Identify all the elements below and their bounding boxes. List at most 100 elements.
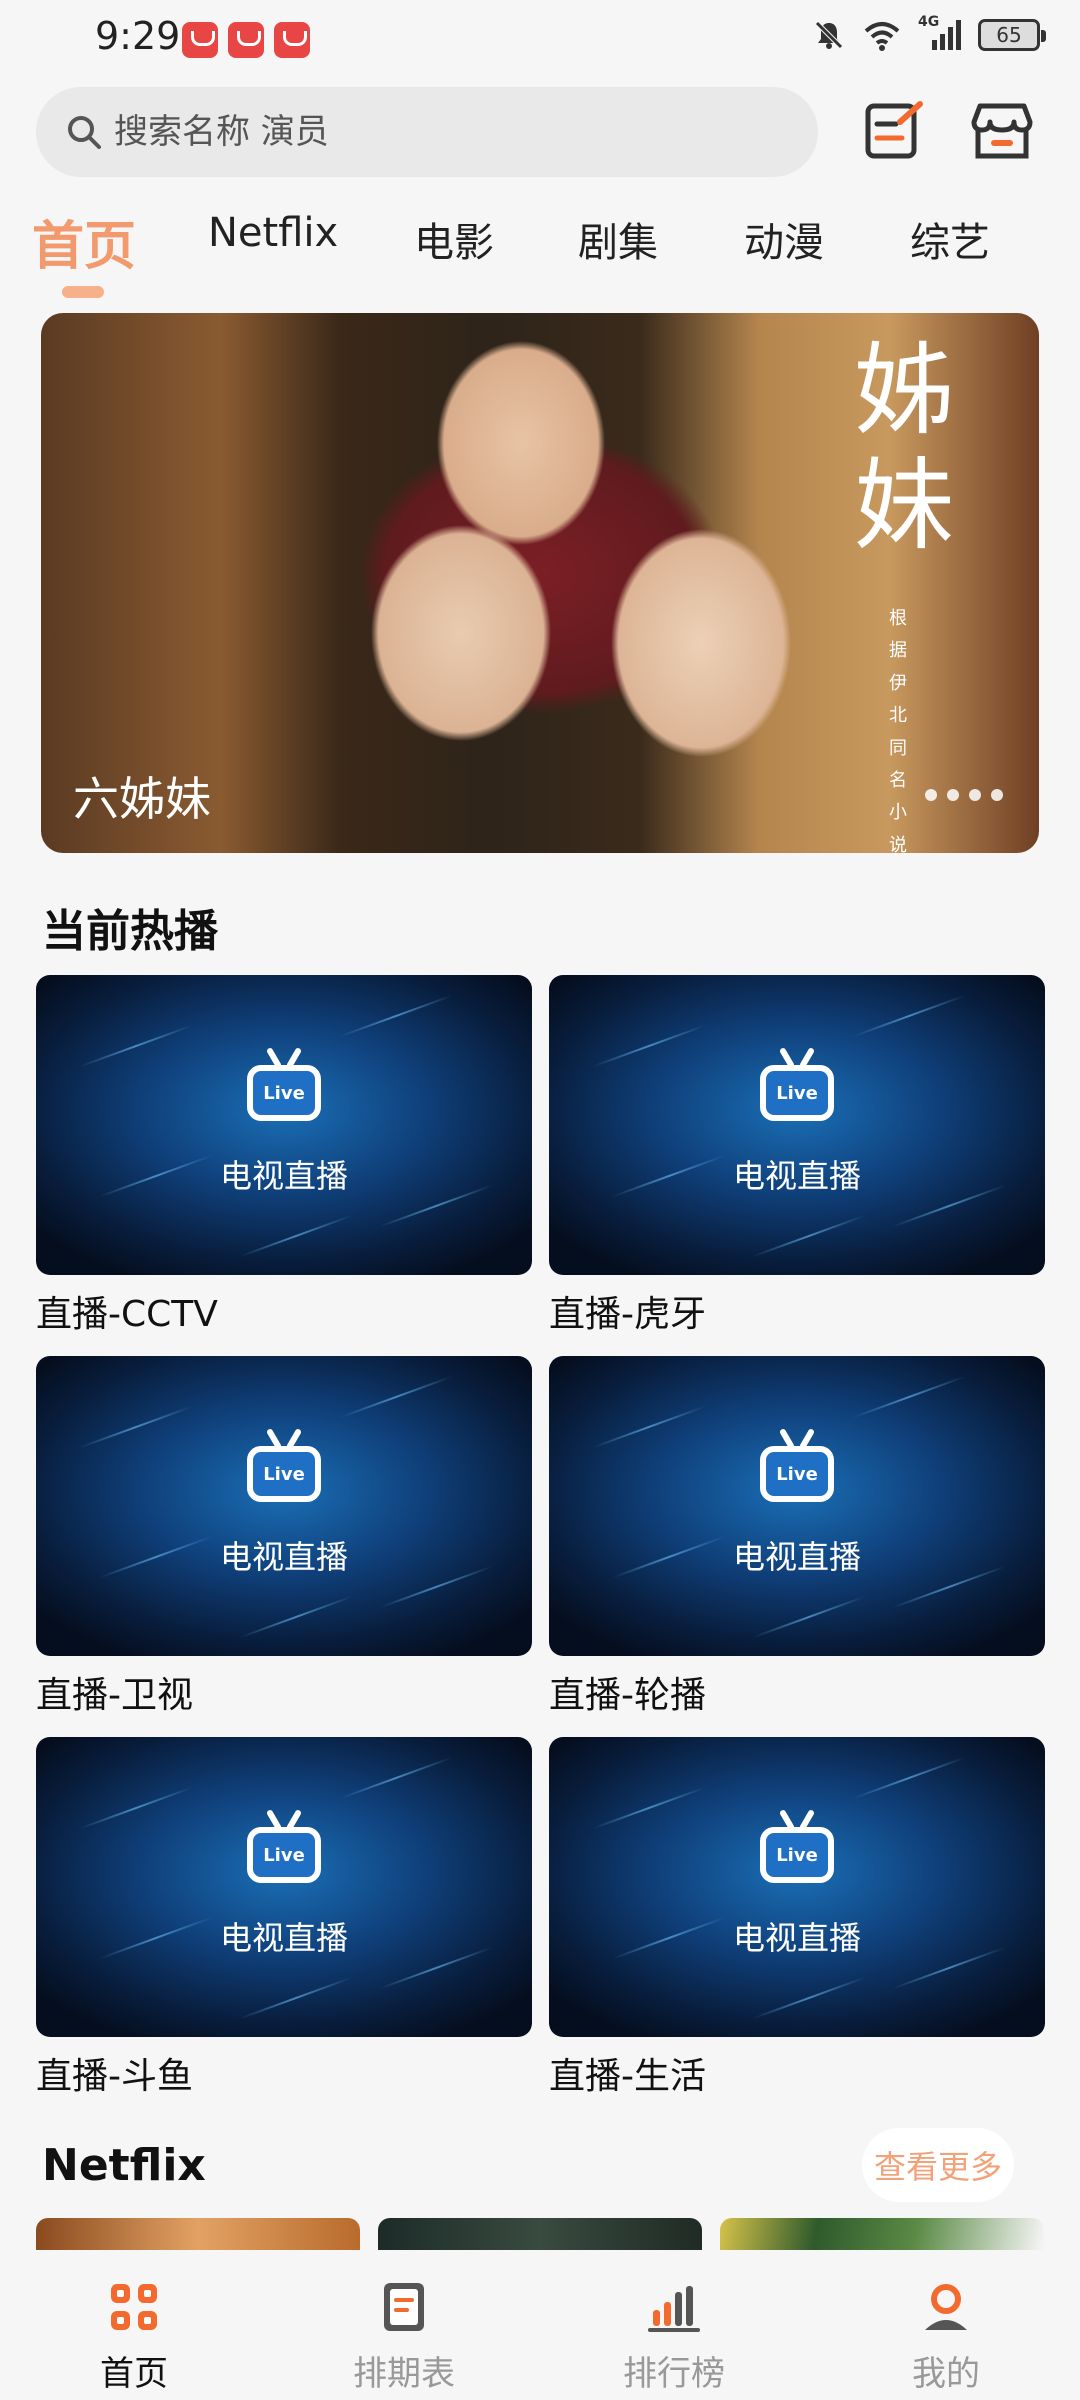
carousel-dot (947, 789, 959, 801)
banner-caption: 六姊妹 (73, 772, 211, 826)
section-title-hot: 当前热播 (42, 906, 218, 957)
tab-variety[interactable]: 综艺 (910, 210, 990, 268)
featured-banner[interactable]: 姊妹 根据伊北同名小说 六姊妹 (41, 313, 1039, 853)
netflix-poster[interactable] (36, 2218, 360, 2250)
netflix-poster[interactable] (378, 2218, 702, 2250)
thumbnail-streak (592, 1024, 706, 1068)
thumbnail-streak (592, 1786, 706, 1830)
search-input[interactable] (112, 111, 756, 153)
live-thumbnail: Live 电视直播 (36, 1737, 532, 2037)
tv-antenna (265, 1808, 283, 1832)
battery-level: 65 (996, 23, 1022, 47)
live-channel-label: 直播-生活 (549, 2056, 706, 2097)
live-badge-text: Live (263, 1463, 305, 1485)
tab-series[interactable]: 剧集 (578, 210, 658, 268)
cellular-signal-icon: 4G (918, 14, 962, 52)
active-tab-indicator (62, 286, 104, 298)
shopping-app-icon (228, 22, 264, 58)
live-channel-label: 直播-卫视 (36, 1675, 193, 1716)
tv-live-icon: Live (760, 1808, 834, 1883)
live-badge-text: Live (776, 1082, 818, 1104)
thumbnail-streak (79, 1024, 193, 1068)
schedule-icon (384, 2283, 424, 2331)
carousel-dot (969, 789, 981, 801)
thumbnail-streak (239, 1595, 353, 1639)
thumbnail-streak (852, 1756, 966, 1800)
live-channel-card[interactable]: Live 电视直播 直播-轮播 (549, 1356, 1045, 1718)
thumbnail-streak (339, 994, 453, 1038)
battery-icon: 65 (978, 19, 1046, 51)
tv-antenna (778, 1808, 796, 1832)
live-channel-card[interactable]: Live 电视直播直播-CCTV (36, 975, 532, 1337)
tab-netflix[interactable]: Netflix (208, 210, 338, 256)
tv-antenna (778, 1427, 796, 1451)
tv-live-icon: Live (247, 1046, 321, 1121)
tv-antenna (285, 1046, 303, 1070)
netflix-poster[interactable] (720, 2218, 1044, 2250)
home-grid-icon (111, 2284, 157, 2330)
tv-antenna (798, 1046, 816, 1070)
tv-antenna (798, 1808, 816, 1832)
nav-label: 排期表 (353, 2354, 455, 2394)
live-overlay-text: 电视直播 (732, 1157, 861, 1195)
ranking-chart-icon (648, 2286, 700, 2332)
thumbnail-streak (339, 1375, 453, 1419)
live-badge-text: Live (776, 1844, 818, 1866)
status-time: 9:29 (95, 14, 181, 58)
live-thumbnail: Live 电视直播 (36, 975, 532, 1275)
tab-anime[interactable]: 动漫 (744, 210, 824, 268)
search-bar[interactable] (36, 87, 818, 177)
thumbnail-streak (852, 1375, 966, 1419)
bottom-navigation: 首页 排期表 排行榜 我的 (0, 2250, 1080, 2400)
live-channel-label: 直播-虎牙 (549, 1294, 706, 1335)
live-channel-card[interactable]: Live 电视直播直播-斗鱼 (36, 1737, 532, 2099)
notification-icons (182, 22, 310, 58)
thumbnail-streak (752, 1214, 866, 1258)
live-channel-label: 直播-斗鱼 (36, 2056, 193, 2097)
banner-poster-subtitle: 根据伊北同名小说 (889, 608, 907, 853)
live-overlay-text: 电视直播 (219, 1538, 348, 1576)
live-thumbnail: Live 电视直播 (549, 1737, 1045, 2037)
tv-antenna (798, 1427, 816, 1451)
banner-poster-title: 姊妹 (854, 332, 954, 564)
live-overlay-text: 电视直播 (732, 1919, 861, 1957)
shopping-app-icon (274, 22, 310, 58)
live-overlay-text: 电视直播 (219, 1919, 348, 1957)
live-badge-text: Live (776, 1463, 818, 1485)
search-icon (68, 116, 101, 149)
section-title-netflix: Netflix (42, 2140, 206, 2191)
live-badge-text: Live (263, 1844, 305, 1866)
live-channel-card[interactable]: Live 电视直播直播-生活 (549, 1737, 1045, 2099)
tv-antenna (265, 1046, 283, 1070)
live-thumbnail: Live 电视直播 (549, 975, 1045, 1275)
shopping-app-icon (182, 22, 218, 58)
live-channel-card[interactable]: Live 电视直播直播-卫视 (36, 1356, 532, 1718)
nav-schedule[interactable]: 排期表 (324, 2280, 484, 2395)
carousel-dot (991, 789, 1003, 801)
see-more-button[interactable]: 查看更多 (862, 2128, 1014, 2202)
tv-live-icon: Live (760, 1046, 834, 1121)
history-edit-icon[interactable] (862, 98, 926, 162)
category-tabs: 首页 Netflix 电影 剧集 动漫 综艺 (0, 200, 1080, 310)
nav-label: 首页 (100, 2354, 168, 2394)
tv-antenna (285, 1808, 303, 1832)
thumbnail-streak (752, 1976, 866, 2020)
live-channel-label: 直播-轮播 (549, 1675, 706, 1716)
carousel-dot (925, 789, 937, 801)
thumbnail-streak (79, 1405, 193, 1449)
profile-icon (925, 2284, 967, 2330)
nav-home[interactable]: 首页 (54, 2280, 214, 2395)
nav-label: 我的 (912, 2354, 980, 2394)
live-badge-text: Live (263, 1082, 305, 1104)
wifi-icon (864, 22, 900, 51)
live-channel-card[interactable]: Live 电视直播直播-虎牙 (549, 975, 1045, 1337)
tv-antenna (265, 1427, 283, 1451)
live-channel-label: 直播-CCTV (36, 1294, 218, 1335)
store-icon[interactable] (970, 98, 1034, 162)
status-bar: 9:29 4G 65 (0, 0, 1080, 80)
nav-ranking[interactable]: 排行榜 (594, 2280, 754, 2395)
nav-profile[interactable]: 我的 (866, 2280, 1026, 2395)
tab-home[interactable]: 首页 (32, 204, 136, 279)
tv-live-icon: Live (247, 1427, 321, 1502)
tab-movies[interactable]: 电影 (414, 210, 494, 268)
